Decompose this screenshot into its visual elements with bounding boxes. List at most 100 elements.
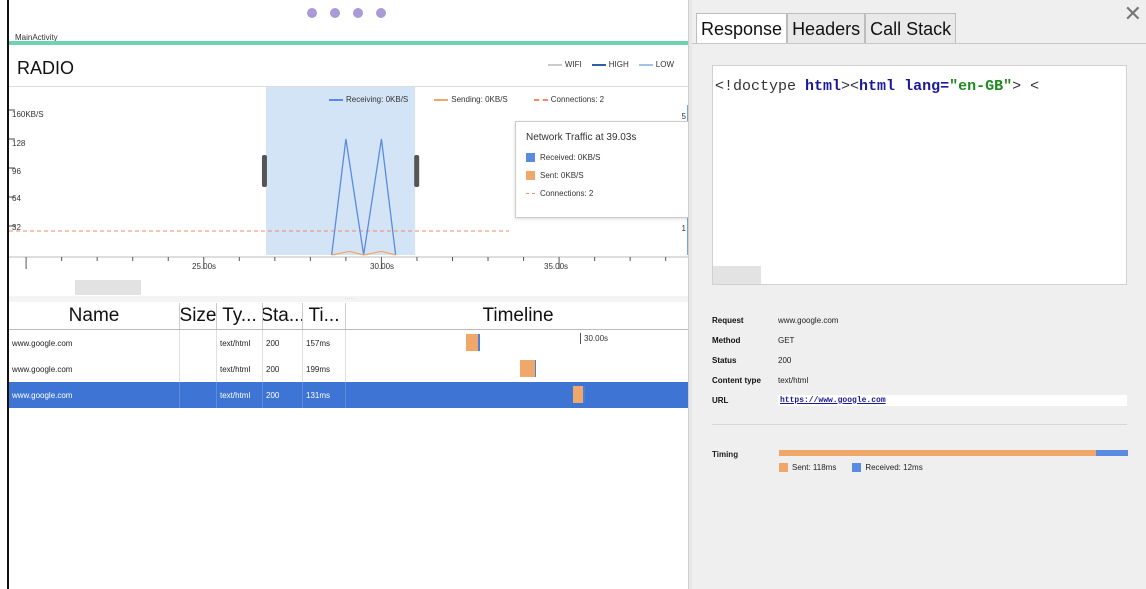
sent-swatch xyxy=(526,171,535,180)
timeline-bar-sent[interactable] xyxy=(519,360,535,377)
detail-row-url: URL https://www.google.com xyxy=(712,390,1127,410)
range-handle-right xyxy=(414,155,420,187)
y-right-tick-label: 1 xyxy=(681,224,686,233)
tab-response[interactable]: Response xyxy=(696,13,788,43)
network-legend: Receiving: 0KB/S Sending: 0KB/S Connecti… xyxy=(329,95,604,104)
legend-receiving: Receiving: 0KB/S xyxy=(329,95,408,104)
tab-call-stack[interactable]: Call Stack xyxy=(865,13,957,43)
cell-size xyxy=(180,330,217,356)
response-code: <!doctype html><html lang="en-GB"> < xyxy=(715,78,1039,95)
timeline-bar-received[interactable] xyxy=(534,360,537,377)
cell-size xyxy=(180,382,217,408)
column-header-time[interactable]: Ti... xyxy=(303,303,346,329)
radio-legend: WIFI HIGH LOW xyxy=(547,60,674,69)
code-token: "en-GB" xyxy=(949,78,1013,95)
x-tick-label: 25.00s xyxy=(192,262,217,271)
detail-row-content-type: Content type text/html xyxy=(712,370,1127,390)
connections-swatch xyxy=(526,193,535,194)
tooltip-received-label: Received: 0KB/S xyxy=(540,153,601,162)
more-options-icon[interactable] xyxy=(307,8,386,20)
legend-low: LOW xyxy=(638,60,674,69)
cell-size xyxy=(180,356,217,382)
connection-details-pane: Response Headers Call Stack ✕ <!doctype … xyxy=(692,0,1146,589)
detail-row-method: Method GET xyxy=(712,330,1127,350)
timing-legend-received: Received: 12ms xyxy=(852,463,923,473)
column-header-name[interactable]: Name xyxy=(9,303,180,329)
column-header-type[interactable]: Ty... xyxy=(217,303,263,329)
detail-row-status: Status 200 xyxy=(712,350,1127,370)
cell-status: 200 xyxy=(263,330,303,356)
cell-timeline xyxy=(346,356,690,382)
detail-value: GET xyxy=(778,335,795,345)
detail-label: Method xyxy=(712,335,741,345)
detail-label: Request xyxy=(712,315,744,325)
code-token: lang= xyxy=(904,78,950,95)
cell-name: www.google.com xyxy=(9,356,180,382)
y-right-tick-label: 5 xyxy=(681,112,686,121)
legend-receiving-label: Receiving: 0KB/S xyxy=(346,95,409,104)
cell-name: www.google.com xyxy=(9,382,180,408)
timeline-bar-sent[interactable] xyxy=(466,334,478,351)
tooltip-connections-label: Connections: 2 xyxy=(540,189,594,198)
response-body[interactable]: <!doctype html><html lang="en-GB"> < xyxy=(712,65,1127,285)
received-swatch xyxy=(852,463,862,473)
cell-type: text/html xyxy=(217,330,263,356)
close-icon[interactable]: ✕ xyxy=(1124,3,1142,25)
timing-label: Timing xyxy=(712,450,739,459)
legend-high-swatch xyxy=(591,63,606,66)
radio-title: RADIO xyxy=(17,58,75,78)
response-scrollbar[interactable] xyxy=(713,266,761,284)
cell-time: 199ms xyxy=(303,356,346,382)
table-body: www.google.com text/html 200 157ms 30.00… xyxy=(9,330,690,408)
legend-high: HIGH xyxy=(591,60,629,69)
cell-status: 200 xyxy=(263,356,303,382)
table-row[interactable]: www.google.com text/html 200 157ms 30.00… xyxy=(9,330,690,356)
details-divider xyxy=(712,424,1127,425)
timeline-bar-received[interactable] xyxy=(583,386,585,403)
detail-value: 200 xyxy=(778,355,792,365)
timing-bar-received xyxy=(1095,450,1128,456)
legend-sending-label: Sending: 0KB/S xyxy=(451,95,508,104)
legend-connections-swatch xyxy=(533,98,548,101)
column-header-status[interactable]: Sta... xyxy=(263,303,303,329)
column-header-size[interactable]: Size xyxy=(180,303,217,329)
timeline-scrollbar[interactable] xyxy=(75,280,141,295)
column-header-timeline[interactable]: Timeline xyxy=(346,303,690,329)
legend-low-label: LOW xyxy=(655,60,674,69)
pane-splitter[interactable]: ····· xyxy=(9,296,690,302)
url-link[interactable]: https://www.google.com xyxy=(778,394,1127,406)
range-handle-left xyxy=(261,155,267,187)
timing-legend-sent: Sent: 118ms xyxy=(779,463,837,473)
table-row[interactable]: www.google.com text/html 200 199ms xyxy=(9,356,690,382)
timing-sent-label: Sent: 118ms xyxy=(792,463,837,472)
detail-label: Status xyxy=(712,355,737,365)
legend-wifi-swatch xyxy=(547,63,562,66)
legend-wifi: WIFI xyxy=(547,60,582,69)
legend-low-swatch xyxy=(638,63,653,66)
timeline-bar-sent[interactable] xyxy=(573,386,584,403)
legend-high-label: HIGH xyxy=(608,60,629,69)
activity-bar[interactable] xyxy=(9,41,690,45)
timeline-bar-received[interactable] xyxy=(477,334,481,351)
tooltip-connections: Connections: 2 xyxy=(526,189,678,198)
detail-label: Content type xyxy=(712,375,761,385)
code-token: <!doctype xyxy=(715,78,806,95)
code-token: html xyxy=(805,78,842,95)
cell-timeline: 30.00s xyxy=(346,330,690,356)
y-tick-label: 32 xyxy=(12,223,21,232)
table-row-selected[interactable]: www.google.com text/html 200 131ms xyxy=(9,382,690,408)
tooltip-sent: Sent: 0KB/S xyxy=(526,171,678,180)
timing-bar-sent xyxy=(779,450,1096,456)
tooltip-received: Received: 0KB/S xyxy=(526,153,678,162)
cell-time: 157ms xyxy=(303,330,346,356)
timing-received-label: Received: 12ms xyxy=(865,463,923,472)
traffic-tooltip: Network Traffic at 39.03s Received: 0KB/… xyxy=(515,121,689,218)
cell-type: text/html xyxy=(217,382,263,408)
tab-headers[interactable]: Headers xyxy=(787,13,866,43)
sent-swatch xyxy=(779,463,788,473)
x-tick-label: 35.00s xyxy=(544,262,569,271)
requests-table: Name Size Ty... Sta... Ti... Timeline ww… xyxy=(9,303,690,408)
legend-receiving-swatch xyxy=(329,98,343,101)
tabs-divider xyxy=(692,43,1146,44)
legend-wifi-label: WIFI xyxy=(564,60,582,69)
